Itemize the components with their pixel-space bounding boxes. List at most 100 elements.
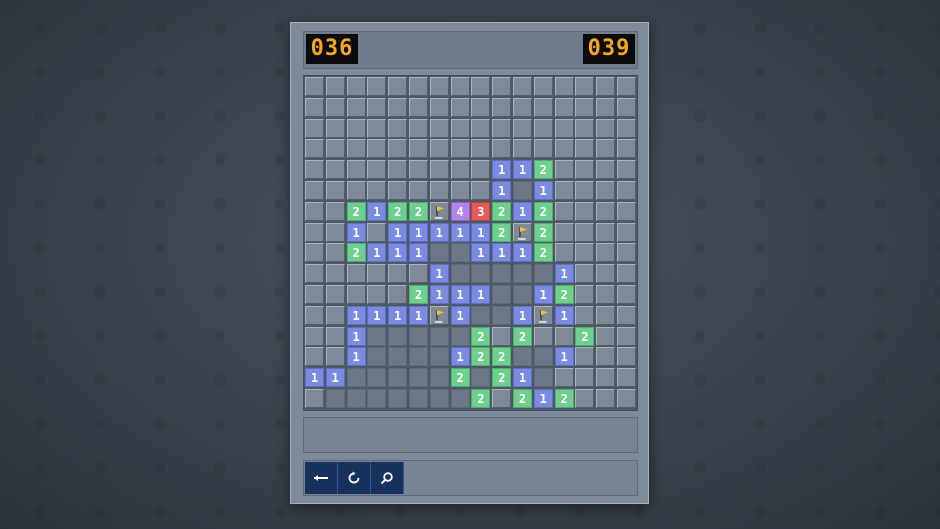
covered-cell[interactable] [617, 347, 636, 367]
covered-cell[interactable] [367, 118, 387, 138]
covered-cell[interactable] [305, 201, 324, 221]
covered-cell[interactable] [388, 264, 408, 284]
covered-cell[interactable] [617, 160, 636, 180]
covered-cell[interactable] [325, 118, 345, 138]
covered-cell[interactable] [596, 243, 616, 263]
covered-cell[interactable] [554, 160, 574, 180]
covered-cell[interactable] [513, 139, 532, 159]
covered-cell[interactable] [617, 201, 636, 221]
covered-cell[interactable] [575, 305, 595, 325]
covered-cell[interactable] [492, 326, 512, 346]
covered-cell[interactable] [596, 139, 616, 159]
covered-cell[interactable] [617, 285, 636, 304]
flag-cell[interactable] [533, 305, 553, 325]
covered-cell[interactable] [367, 139, 387, 159]
covered-cell[interactable] [325, 139, 345, 159]
covered-cell[interactable] [596, 160, 616, 180]
covered-cell[interactable] [471, 77, 491, 96]
covered-cell[interactable] [325, 347, 345, 367]
covered-cell[interactable] [617, 139, 636, 159]
covered-cell[interactable] [305, 181, 324, 200]
covered-cell[interactable] [596, 347, 616, 367]
covered-cell[interactable] [325, 222, 345, 242]
covered-cell[interactable] [554, 222, 574, 242]
covered-cell[interactable] [367, 285, 387, 304]
covered-cell[interactable] [367, 264, 387, 284]
covered-cell[interactable] [346, 118, 366, 138]
covered-cell[interactable] [409, 118, 428, 138]
covered-cell[interactable] [617, 326, 636, 346]
covered-cell[interactable] [346, 181, 366, 200]
covered-cell[interactable] [325, 326, 345, 346]
covered-cell[interactable] [554, 243, 574, 263]
covered-cell[interactable] [409, 264, 428, 284]
covered-cell[interactable] [492, 77, 512, 96]
covered-cell[interactable] [533, 77, 553, 96]
covered-cell[interactable] [471, 139, 491, 159]
covered-cell[interactable] [575, 285, 595, 304]
covered-cell[interactable] [617, 389, 636, 408]
covered-cell[interactable] [409, 181, 428, 200]
covered-cell[interactable] [325, 160, 345, 180]
covered-cell[interactable] [450, 118, 470, 138]
covered-cell[interactable] [305, 77, 324, 96]
covered-cell[interactable] [450, 181, 470, 200]
covered-cell[interactable] [388, 97, 408, 117]
covered-cell[interactable] [554, 118, 574, 138]
covered-cell[interactable] [575, 77, 595, 96]
covered-cell[interactable] [388, 160, 408, 180]
covered-cell[interactable] [325, 243, 345, 263]
covered-cell[interactable] [575, 389, 595, 408]
covered-cell[interactable] [617, 305, 636, 325]
covered-cell[interactable] [388, 181, 408, 200]
covered-cell[interactable] [596, 326, 616, 346]
covered-cell[interactable] [450, 160, 470, 180]
covered-cell[interactable] [492, 118, 512, 138]
covered-cell[interactable] [325, 264, 345, 284]
covered-cell[interactable] [471, 97, 491, 117]
covered-cell[interactable] [554, 181, 574, 200]
covered-cell[interactable] [492, 97, 512, 117]
covered-cell[interactable] [617, 77, 636, 96]
covered-cell[interactable] [325, 97, 345, 117]
covered-cell[interactable] [305, 139, 324, 159]
covered-cell[interactable] [325, 77, 345, 96]
covered-cell[interactable] [325, 201, 345, 221]
covered-cell[interactable] [617, 118, 636, 138]
covered-cell[interactable] [305, 222, 324, 242]
flag-cell[interactable] [429, 201, 449, 221]
covered-cell[interactable] [596, 222, 616, 242]
covered-cell[interactable] [554, 97, 574, 117]
covered-cell[interactable] [513, 118, 532, 138]
covered-cell[interactable] [305, 326, 324, 346]
covered-cell[interactable] [409, 160, 428, 180]
covered-cell[interactable] [429, 118, 449, 138]
covered-cell[interactable] [471, 160, 491, 180]
covered-cell[interactable] [305, 285, 324, 304]
covered-cell[interactable] [596, 264, 616, 284]
flag-cell[interactable] [513, 222, 532, 242]
covered-cell[interactable] [346, 264, 366, 284]
covered-cell[interactable] [554, 201, 574, 221]
covered-cell[interactable] [596, 368, 616, 388]
covered-cell[interactable] [596, 77, 616, 96]
covered-cell[interactable] [471, 181, 491, 200]
covered-cell[interactable] [409, 77, 428, 96]
covered-cell[interactable] [554, 368, 574, 388]
covered-cell[interactable] [617, 264, 636, 284]
covered-cell[interactable] [305, 347, 324, 367]
covered-cell[interactable] [305, 118, 324, 138]
covered-cell[interactable] [575, 222, 595, 242]
covered-cell[interactable] [325, 305, 345, 325]
covered-cell[interactable] [575, 181, 595, 200]
covered-cell[interactable] [533, 139, 553, 159]
covered-cell[interactable] [596, 118, 616, 138]
covered-cell[interactable] [533, 97, 553, 117]
covered-cell[interactable] [575, 97, 595, 117]
covered-cell[interactable] [596, 97, 616, 117]
covered-cell[interactable] [325, 285, 345, 304]
covered-cell[interactable] [554, 326, 574, 346]
covered-cell[interactable] [596, 285, 616, 304]
covered-cell[interactable] [367, 222, 387, 242]
covered-cell[interactable] [492, 389, 512, 408]
